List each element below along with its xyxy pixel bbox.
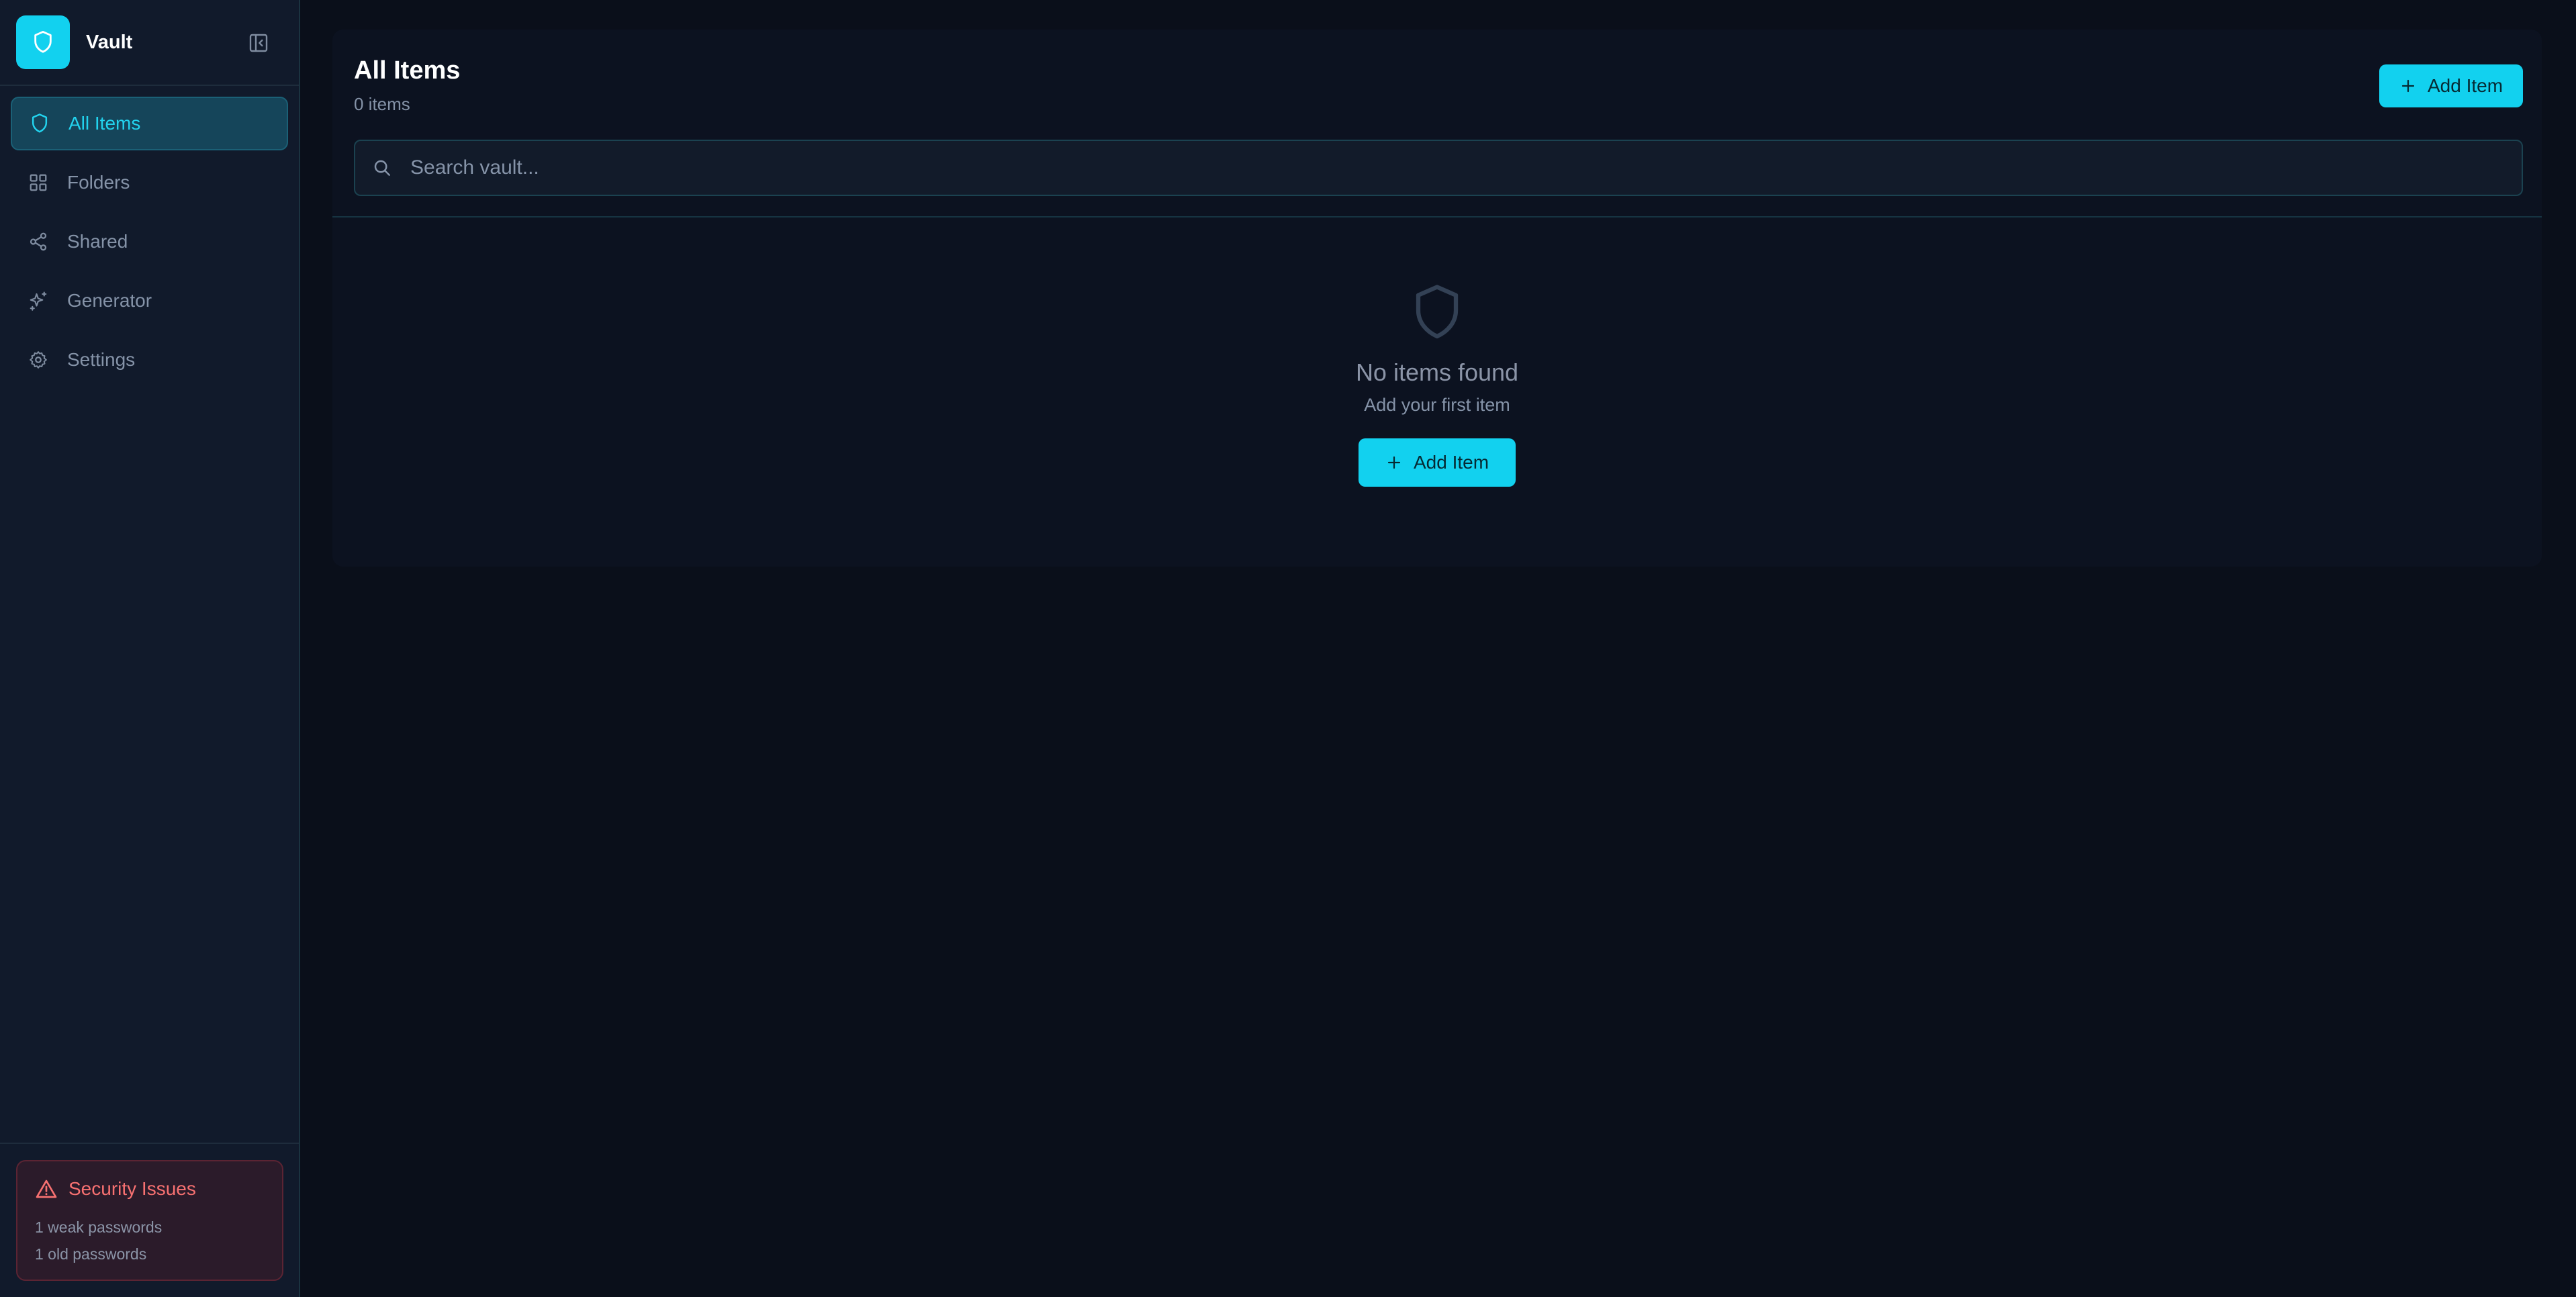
weak-passwords-text: 1 weak passwords: [35, 1218, 163, 1236]
sidebar-item-all-items[interactable]: All Items: [11, 97, 288, 150]
security-issues-card[interactable]: Security Issues 1 weak passwords 1 old p…: [16, 1160, 283, 1281]
sidebar-item-label: Generator: [67, 290, 152, 311]
empty-add-item-button[interactable]: Add Item: [1359, 438, 1516, 487]
share-icon: [27, 230, 50, 253]
security-issues-title: Security Issues: [68, 1178, 196, 1199]
sidebar-item-shared[interactable]: Shared: [11, 215, 288, 269]
app-name: Vault: [86, 31, 133, 53]
search-bar[interactable]: [354, 140, 2523, 196]
gear-icon: [27, 348, 50, 371]
app: Vault All Items Folders Shared Generator…: [0, 0, 2576, 1297]
sidebar-item-label: Shared: [67, 231, 128, 252]
sidebar-item-generator[interactable]: Generator: [11, 274, 288, 328]
search-icon: [371, 157, 393, 179]
sidebar-item-label: All Items: [68, 113, 141, 134]
add-item-label: Add Item: [2427, 75, 2503, 96]
shield-icon: [16, 15, 70, 69]
sidebar-item-label: Folders: [67, 172, 130, 193]
sidebar-nav: All Items Folders Shared Generator Setti…: [0, 86, 299, 403]
main-content: All Items 0 items Add Item Search vault.…: [300, 0, 2576, 1297]
empty-add-item-label: Add Item: [1413, 452, 1489, 473]
divider: [332, 216, 2542, 218]
sidebar-item-label: Settings: [67, 349, 136, 370]
sidebar-footer: Security Issues 1 weak passwords 1 old p…: [0, 1143, 299, 1297]
sidebar-collapse-icon[interactable]: [245, 30, 272, 56]
plus-icon: [2399, 77, 2417, 95]
empty-state-subtitle: Add your first item: [1364, 395, 1510, 415]
sidebar-header: Vault: [0, 0, 299, 86]
empty-state-title: No items found: [1355, 358, 1519, 386]
sparkles-icon: [27, 289, 50, 312]
empty-state: No items found Add your first item Add I…: [332, 282, 2542, 487]
old-passwords-text: 1 old passwords: [35, 1245, 147, 1263]
grid-icon: [27, 171, 50, 194]
shield-icon: [1409, 282, 1465, 344]
plus-icon: [1385, 454, 1403, 471]
item-count: 0 items: [354, 94, 410, 114]
security-issues-header: Security Issues: [35, 1178, 265, 1200]
sidebar-item-folders[interactable]: Folders: [11, 156, 288, 209]
sidebar: Vault All Items Folders Shared Generator…: [0, 0, 300, 1297]
add-item-button[interactable]: Add Item: [2379, 64, 2523, 107]
shield-icon: [28, 112, 51, 135]
warning-icon: [35, 1178, 58, 1200]
page-title: All Items: [354, 56, 461, 85]
sidebar-item-settings[interactable]: Settings: [11, 333, 288, 387]
search-input[interactable]: [409, 156, 2505, 180]
